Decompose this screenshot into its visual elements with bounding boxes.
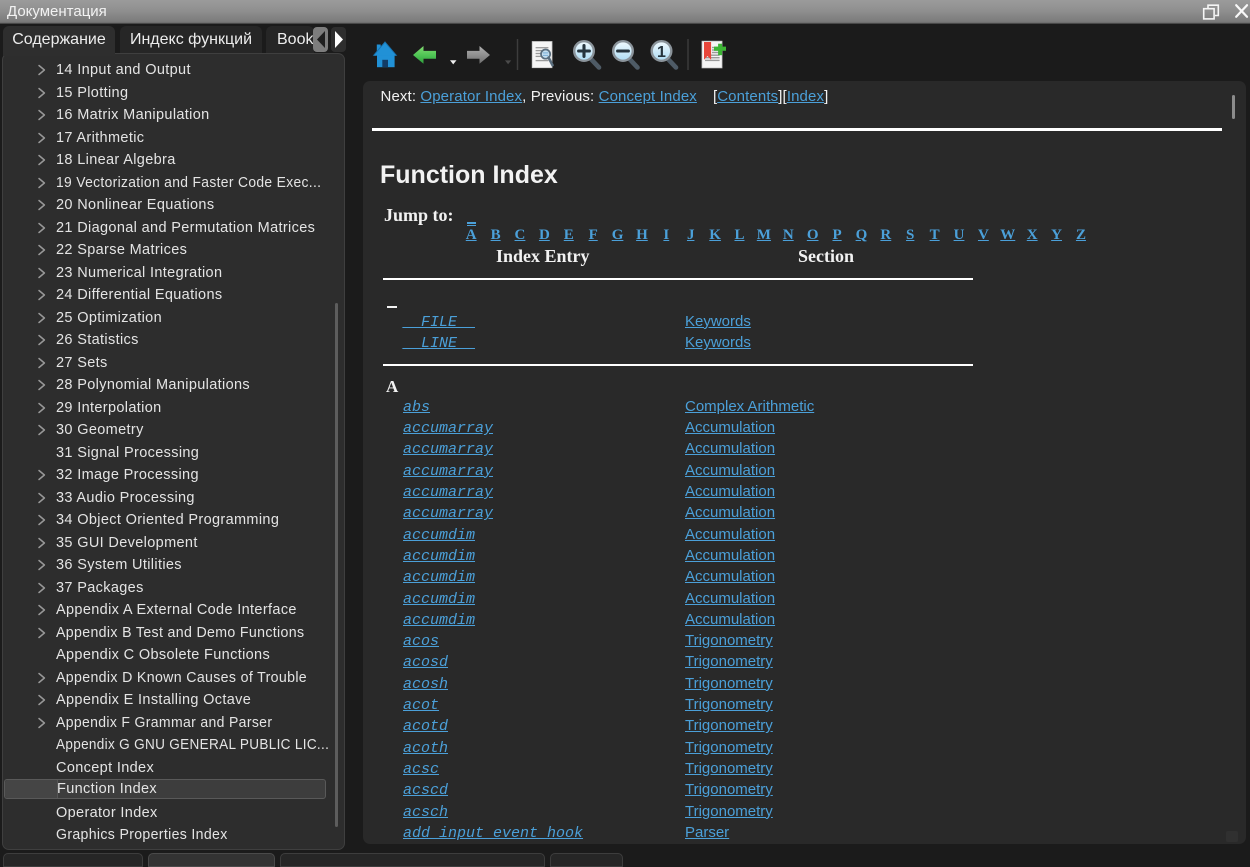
svg-text:1: 1 bbox=[657, 44, 666, 61]
